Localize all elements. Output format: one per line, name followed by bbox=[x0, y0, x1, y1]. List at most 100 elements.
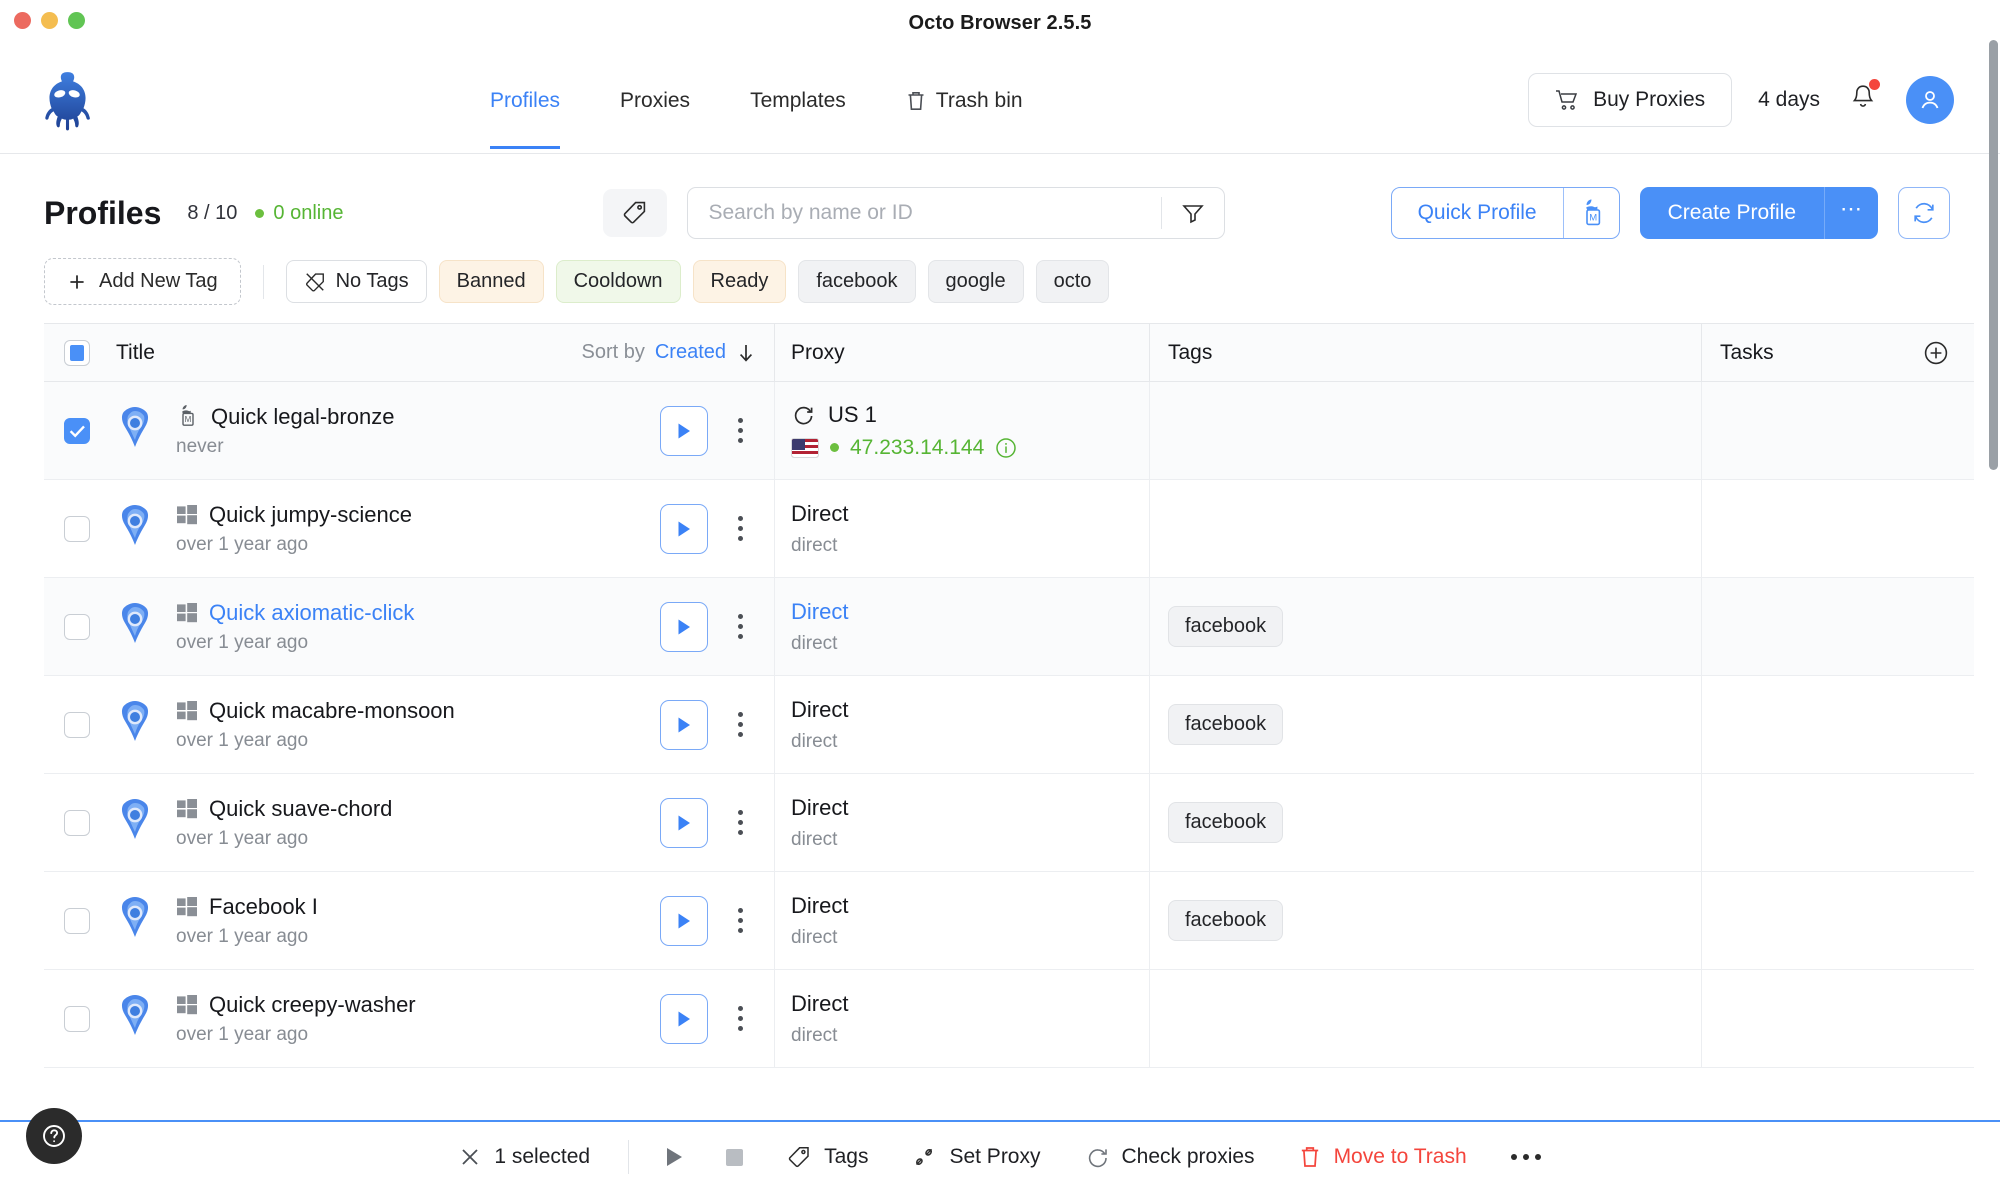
row-tag-pill[interactable]: facebook bbox=[1168, 900, 1284, 941]
nav-item-profiles[interactable]: Profiles bbox=[460, 51, 590, 149]
profile-name[interactable]: Facebook I bbox=[209, 894, 318, 920]
nav-item-trash-bin[interactable]: Trash bin bbox=[876, 51, 1053, 149]
row-proxy-cell[interactable]: Direct direct bbox=[774, 578, 1149, 675]
row-tags-cell[interactable] bbox=[1149, 970, 1701, 1067]
start-profile-button[interactable] bbox=[660, 405, 708, 456]
row-checkbox[interactable] bbox=[64, 907, 90, 934]
row-more-button[interactable] bbox=[728, 614, 752, 639]
row-proxy-cell[interactable]: Direct direct bbox=[774, 676, 1149, 773]
octo-browser-logo[interactable] bbox=[34, 69, 100, 131]
row-proxy-cell[interactable]: US 1 47.233.14.144 bbox=[774, 382, 1149, 479]
proxy-name[interactable]: US 1 bbox=[791, 402, 1149, 428]
create-profile-more-button[interactable]: ⋯ bbox=[1824, 187, 1878, 239]
start-profile-button[interactable] bbox=[660, 797, 708, 848]
row-more-button[interactable] bbox=[728, 712, 752, 737]
search-input[interactable] bbox=[688, 201, 1162, 225]
row-tags-cell[interactable] bbox=[1149, 480, 1701, 577]
row-proxy-cell[interactable]: Direct direct bbox=[774, 480, 1149, 577]
tag-chip-facebook[interactable]: facebook bbox=[798, 260, 916, 303]
close-window-button[interactable] bbox=[14, 12, 31, 29]
tag-chip-ready[interactable]: Ready bbox=[692, 260, 787, 303]
table-row[interactable]: Facebook I over 1 year ago Direct direct fac… bbox=[44, 872, 1974, 970]
proxy-name[interactable]: Direct bbox=[791, 599, 1149, 625]
row-tags-cell[interactable] bbox=[1149, 382, 1701, 479]
add-new-tag-button[interactable]: Add New Tag bbox=[44, 258, 241, 305]
page-scrollbar[interactable] bbox=[1989, 40, 1998, 1155]
table-row[interactable]: M Quick legal-bronze never US 1 47.233.14.14… bbox=[44, 382, 1974, 480]
minimize-window-button[interactable] bbox=[41, 12, 58, 29]
row-proxy-cell[interactable]: Direct direct bbox=[774, 872, 1149, 969]
avatar[interactable] bbox=[1906, 75, 1954, 124]
start-profile-button[interactable] bbox=[660, 895, 708, 946]
row-tasks-cell[interactable] bbox=[1701, 480, 1974, 577]
tag-filter-button[interactable] bbox=[603, 189, 668, 237]
filter-button[interactable] bbox=[1162, 201, 1224, 225]
sort-key-label[interactable]: Created bbox=[655, 341, 726, 364]
row-checkbox[interactable] bbox=[64, 417, 90, 444]
row-checkbox[interactable] bbox=[64, 1005, 90, 1032]
row-tags-cell[interactable]: facebook bbox=[1149, 774, 1701, 871]
table-row[interactable]: Quick suave-chord over 1 year ago Direct di… bbox=[44, 774, 1974, 872]
row-checkbox[interactable] bbox=[64, 711, 90, 738]
proxy-name[interactable]: Direct bbox=[791, 893, 1149, 919]
row-more-button[interactable] bbox=[728, 1006, 752, 1031]
nav-item-proxies[interactable]: Proxies bbox=[590, 51, 720, 149]
create-profile-button[interactable]: Create Profile bbox=[1640, 187, 1824, 239]
buy-proxies-button[interactable]: Buy Proxies bbox=[1528, 72, 1733, 127]
proxy-name[interactable]: Direct bbox=[791, 697, 1149, 723]
proxy-name[interactable]: Direct bbox=[791, 991, 1149, 1017]
table-row[interactable]: Quick jumpy-science over 1 year ago Direct… bbox=[44, 480, 1974, 578]
row-tasks-cell[interactable] bbox=[1701, 382, 1974, 479]
notifications-button[interactable] bbox=[1846, 79, 1880, 120]
row-more-button[interactable] bbox=[728, 418, 752, 443]
row-tasks-cell[interactable] bbox=[1701, 676, 1974, 773]
proxy-name[interactable]: Direct bbox=[791, 795, 1149, 821]
quick-profile-os-button[interactable]: M bbox=[1562, 188, 1619, 238]
nav-item-templates[interactable]: Templates bbox=[720, 51, 876, 149]
row-tasks-cell[interactable] bbox=[1701, 872, 1974, 969]
profile-name[interactable]: Quick macabre-monsoon bbox=[209, 698, 455, 724]
row-checkbox[interactable] bbox=[64, 613, 90, 640]
table-row[interactable]: Quick axiomatic-click over 1 year ago Dire… bbox=[44, 578, 1974, 676]
table-row[interactable]: Quick creepy-washer over 1 year ago Direct… bbox=[44, 970, 1974, 1068]
row-proxy-cell[interactable]: Direct direct bbox=[774, 774, 1149, 871]
profile-name[interactable]: Quick axiomatic-click bbox=[209, 600, 414, 626]
bulk-check-proxies-button[interactable]: Check proxies bbox=[1063, 1145, 1277, 1169]
row-tags-cell[interactable]: facebook bbox=[1149, 578, 1701, 675]
tag-chip-google[interactable]: google bbox=[927, 260, 1024, 303]
start-profile-button[interactable] bbox=[660, 699, 708, 750]
profile-name[interactable]: Quick legal-bronze bbox=[211, 404, 394, 430]
row-tag-pill[interactable]: facebook bbox=[1168, 704, 1284, 745]
bulk-more-button[interactable] bbox=[1489, 1154, 1563, 1160]
profile-name[interactable]: Quick jumpy-science bbox=[209, 502, 412, 528]
help-button[interactable] bbox=[26, 1108, 82, 1164]
add-task-icon[interactable] bbox=[1922, 339, 1950, 367]
row-tag-pill[interactable]: facebook bbox=[1168, 606, 1284, 647]
refresh-button[interactable] bbox=[1898, 187, 1950, 239]
quick-profile-button[interactable]: Quick Profile bbox=[1392, 188, 1563, 238]
profile-name[interactable]: Quick creepy-washer bbox=[209, 992, 416, 1018]
tag-chip-octo[interactable]: octo bbox=[1035, 260, 1110, 303]
row-tag-pill[interactable]: facebook bbox=[1168, 802, 1284, 843]
row-tags-cell[interactable]: facebook bbox=[1149, 872, 1701, 969]
tag-chip-banned[interactable]: Banned bbox=[438, 260, 544, 303]
start-profile-button[interactable] bbox=[660, 601, 708, 652]
page-scrollbar-thumb[interactable] bbox=[1989, 40, 1998, 470]
tag-chip-cooldown[interactable]: Cooldown bbox=[555, 260, 681, 303]
row-proxy-cell[interactable]: Direct direct bbox=[774, 970, 1149, 1067]
row-checkbox[interactable] bbox=[64, 809, 90, 836]
tag-chip-no-tags[interactable]: No Tags bbox=[285, 260, 427, 303]
sort-control[interactable]: Sort by Created bbox=[581, 341, 774, 364]
start-profile-button[interactable] bbox=[660, 503, 708, 554]
proxy-name[interactable]: Direct bbox=[791, 501, 1149, 527]
bulk-tags-button[interactable]: Tags bbox=[765, 1145, 890, 1169]
row-tasks-cell[interactable] bbox=[1701, 970, 1974, 1067]
row-more-button[interactable] bbox=[728, 908, 752, 933]
bulk-move-to-trash-button[interactable]: Move to Trash bbox=[1277, 1145, 1489, 1169]
row-more-button[interactable] bbox=[728, 516, 752, 541]
row-tags-cell[interactable]: facebook bbox=[1149, 676, 1701, 773]
row-tasks-cell[interactable] bbox=[1701, 578, 1974, 675]
clear-selection-button[interactable]: 1 selected bbox=[437, 1145, 612, 1169]
row-more-button[interactable] bbox=[728, 810, 752, 835]
table-row[interactable]: Quick macabre-monsoon over 1 year ago Dire… bbox=[44, 676, 1974, 774]
